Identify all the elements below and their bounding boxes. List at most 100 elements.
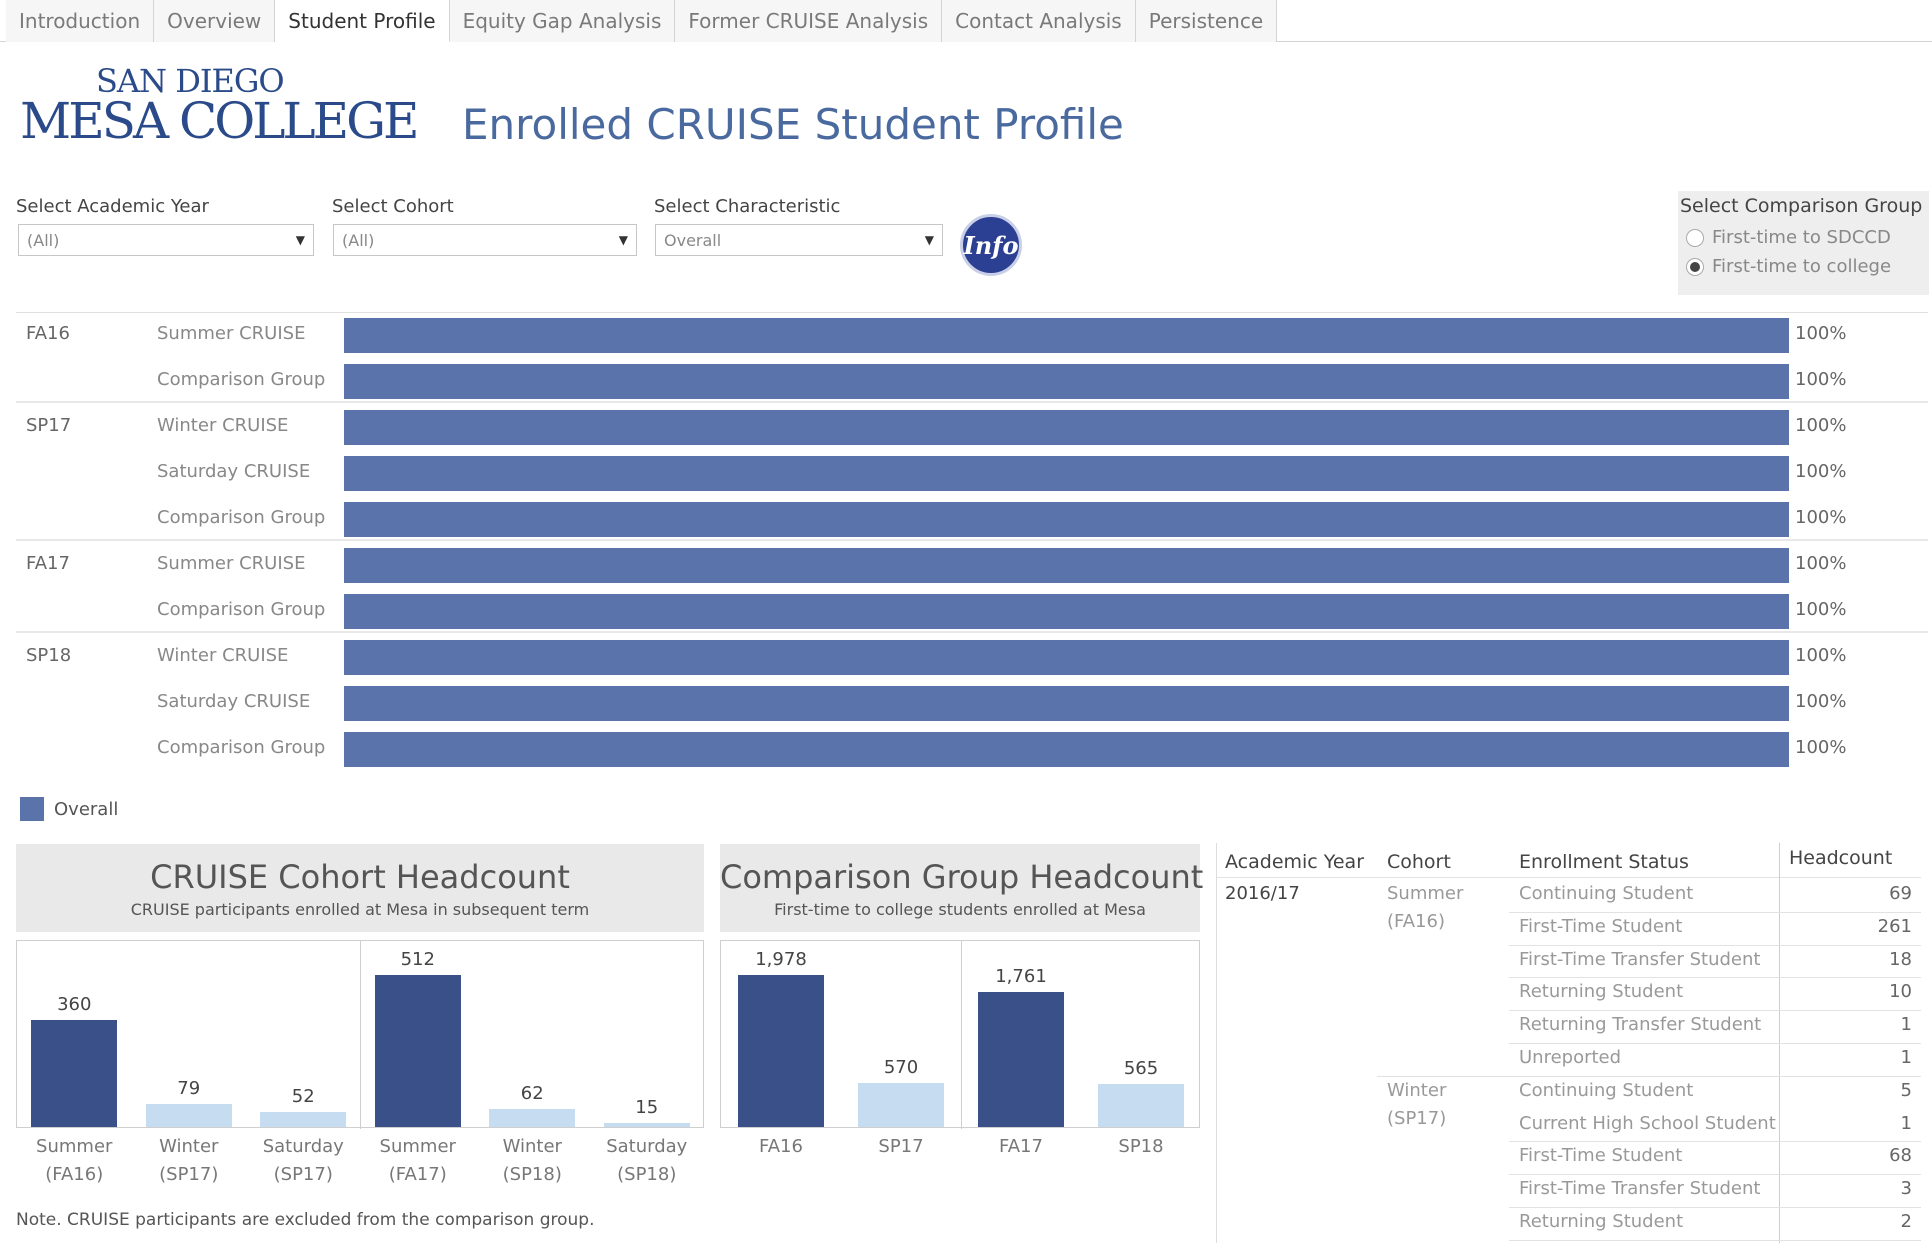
tab-former-cruise-analysis[interactable]: Former CRUISE Analysis (675, 0, 943, 42)
tab-student-profile[interactable]: Student Profile (275, 0, 450, 42)
cohort-cell: Summer (1387, 883, 1464, 904)
chart-divider (360, 941, 361, 1129)
bar-value-label: 79 (177, 1077, 201, 1099)
bar-row: Saturday CRUISE 100% (16, 451, 1928, 497)
bar-value-label: 1,761 (995, 965, 1047, 987)
category-label: SP17 (878, 1136, 924, 1157)
enrollment-status-cell: First-Time Transfer Student (1519, 948, 1761, 970)
bar-row: Comparison Group 100% (16, 497, 1928, 543)
percent-bar[interactable] (344, 318, 1789, 353)
cruise-headcount-subtitle: CRUISE participants enrolled at Mesa in … (130, 900, 590, 919)
table-header-academic-year[interactable]: Academic Year (1225, 843, 1364, 877)
row-group-label: Comparison Group (157, 599, 326, 620)
percent-bar[interactable] (344, 686, 1789, 721)
headcount-cell: 68 (1889, 1145, 1912, 1167)
bar-row: SP17 Winter CRUISE 100% (16, 405, 1928, 451)
headcount-bar[interactable] (260, 1111, 347, 1127)
headcount-bar[interactable] (738, 975, 824, 1127)
percent-bar[interactable] (344, 410, 1789, 445)
bar-value-label: 1,978 (755, 949, 807, 970)
percent-bar[interactable] (344, 732, 1789, 767)
percent-bar[interactable] (344, 640, 1789, 675)
enrollment-status-cell: Unreported (1519, 1047, 1622, 1068)
row-group-label: Saturday CRUISE (157, 461, 311, 482)
cruise-headcount-title: CRUISE Cohort Headcount (150, 858, 570, 896)
radio-first-time-college[interactable]: First-time to college (1686, 256, 1891, 277)
headcount-bar[interactable] (31, 1020, 118, 1127)
row-group-label: Summer CRUISE (157, 323, 306, 344)
percent-bar[interactable] (344, 456, 1789, 491)
row-divider (1509, 1043, 1921, 1044)
enrollment-status-cell: Current High School Student (1519, 1112, 1776, 1134)
comparison-group-label: Select Comparison Group (1680, 195, 1923, 217)
radio-first-time-sdccd[interactable]: First-time to SDCCD (1686, 227, 1891, 248)
headcount-cell: 18 (1889, 948, 1912, 970)
row-divider (1509, 944, 1921, 946)
row-group-label: Winter CRUISE (157, 645, 289, 666)
headcount-bar[interactable] (489, 1108, 576, 1127)
headcount-cell: 5 (1900, 1079, 1912, 1101)
headcount-bar[interactable] (145, 1103, 232, 1127)
info-button[interactable]: Info (960, 214, 1022, 276)
chevron-down-icon: ▼ (618, 233, 628, 247)
percent-bar[interactable] (344, 502, 1789, 537)
tab-equity-gap-analysis[interactable]: Equity Gap Analysis (449, 0, 676, 42)
headcount-cell: 1 (1900, 1047, 1912, 1068)
category-label: Summer (FA17) (379, 1136, 456, 1185)
row-divider (1509, 1239, 1921, 1241)
row-divider (1509, 977, 1921, 979)
percent-label: 100% (1795, 645, 1847, 666)
academic-year-select[interactable]: (All) ▼ (18, 224, 314, 256)
row-term-label: SP18 (26, 645, 72, 666)
cohort-cell: (SP17) (1387, 1107, 1447, 1129)
row-group-label: Winter CRUISE (157, 415, 289, 436)
row-term-label: FA16 (26, 323, 70, 344)
characteristic-value: Overall (664, 230, 722, 250)
tab-persistence[interactable]: Persistence (1135, 0, 1278, 42)
percent-label: 100% (1795, 415, 1847, 436)
bar-value-label: 360 (57, 994, 92, 1016)
table-header-headcount[interactable]: Headcount (1789, 839, 1892, 873)
college-logo: SAN DIEGO MESA COLLEGE (20, 62, 420, 152)
bar-value-label: 62 (520, 1082, 544, 1104)
headcount-bar[interactable] (858, 1083, 944, 1127)
percent-bar[interactable] (344, 364, 1789, 399)
radio-button-icon[interactable] (1686, 257, 1704, 276)
characteristic-label: Select Characteristic (654, 196, 841, 217)
percent-label: 100% (1795, 737, 1847, 758)
tab-contact-analysis[interactable]: Contact Analysis (942, 0, 1136, 42)
percent-label: 100% (1795, 553, 1847, 574)
cohort-select[interactable]: (All) ▼ (333, 224, 637, 256)
bar-row: Saturday CRUISE 100% (16, 681, 1928, 727)
cruise-headcount-chart: 360 Summer (FA16) 79 Winter (SP17) 52 Saturda… (16, 940, 704, 1185)
bar-value-label: 565 (1123, 1057, 1159, 1079)
percent-label: 100% (1795, 507, 1847, 528)
table-header-enrollment-status[interactable]: Enrollment Status (1519, 843, 1689, 877)
tab-introduction[interactable]: Introduction (6, 0, 155, 42)
bar-row: Comparison Group 100% (16, 359, 1928, 405)
headcount-bar[interactable] (603, 1122, 690, 1127)
headcount-bar[interactable] (978, 991, 1064, 1127)
headcount-bar[interactable] (1098, 1083, 1184, 1127)
headcount-cell: 10 (1889, 981, 1912, 1003)
footnote: Note. CRUISE participants are excluded f… (16, 1210, 595, 1230)
enrollment-status-cell: Returning Student (1519, 981, 1684, 1003)
cohort-cell: Winter (1387, 1079, 1447, 1101)
category-label: Saturday (SP18) (606, 1136, 688, 1185)
radio-button-icon[interactable] (1686, 228, 1704, 247)
logo-line-2: MESA COLLEGE (20, 92, 420, 150)
comparison-headcount-header: Comparison Group Headcount First-time to… (720, 844, 1204, 932)
category-label: Winter (SP17) (159, 1136, 219, 1185)
bar-row: Comparison Group 100% (16, 727, 1928, 773)
comparison-headcount-title: Comparison Group Headcount (720, 858, 1204, 896)
percent-bar[interactable] (344, 548, 1789, 583)
headcount-bar[interactable] (374, 975, 461, 1127)
percent-bar[interactable] (344, 594, 1789, 629)
bar-value-label: 570 (883, 1057, 919, 1079)
comparison-headcount-subtitle: First-time to college students enrolled … (774, 900, 1146, 919)
percent-label: 100% (1795, 691, 1847, 712)
characteristic-select[interactable]: Overall ▼ (655, 224, 943, 256)
table-header-cohort[interactable]: Cohort (1387, 843, 1451, 877)
percent-label: 100% (1795, 599, 1847, 620)
tab-overview[interactable]: Overview (154, 0, 276, 42)
